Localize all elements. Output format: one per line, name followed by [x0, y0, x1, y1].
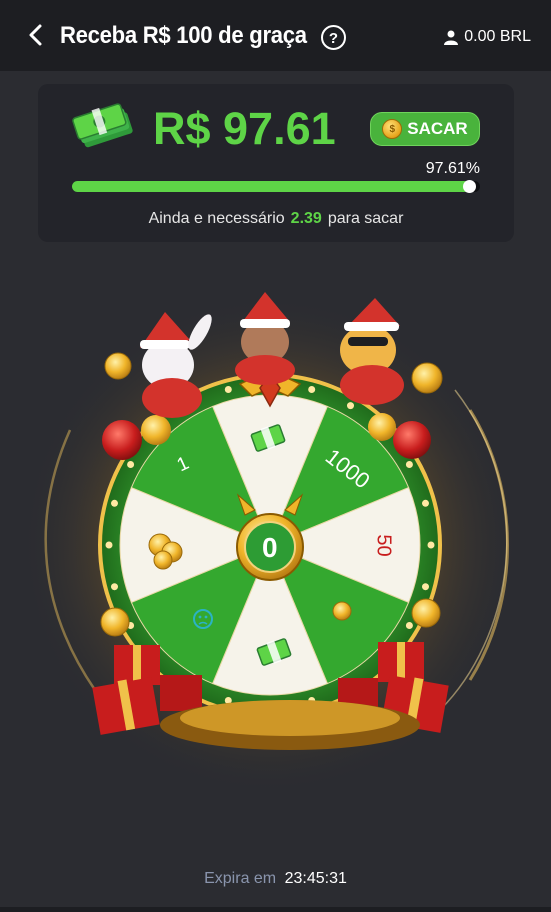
money-stack-icon: [72, 103, 133, 148]
question-circle-icon[interactable]: ?: [320, 24, 347, 51]
prize-wheel-area: 1 1000 50 0: [0, 270, 551, 790]
expires-time: 23:45:31: [284, 870, 347, 887]
ring-light: [111, 499, 118, 507]
ring-light: [347, 402, 354, 410]
ring-light: [422, 583, 429, 591]
expiration-timer: Expira em 23:45:31: [0, 870, 551, 888]
user-icon: [444, 30, 459, 45]
ring-light: [308, 386, 316, 393]
ornament-ball: [368, 413, 396, 441]
withdraw-label: SACAR: [407, 119, 468, 138]
progress-percent: 97.61%: [425, 160, 480, 177]
top-bar: Receba R$ 100 de graça ? 0.00 BRL: [0, 0, 551, 71]
reward-amount: R$ 97.61: [153, 103, 336, 154]
ring-light: [427, 541, 435, 549]
balance-display: 0.00 BRL: [444, 28, 531, 46]
prize-wheel: [20, 292, 520, 790]
progress-knob: [463, 180, 477, 193]
withdraw-button[interactable]: $ SACAR: [370, 112, 480, 146]
ring-light: [405, 622, 413, 629]
bottom-bar: [0, 907, 551, 912]
ring-light: [127, 461, 135, 468]
remaining-suffix: para sacar: [327, 210, 404, 227]
expires-label: Expira em: [204, 870, 277, 887]
ornament-ball: [141, 415, 171, 445]
coin-icon: $: [382, 119, 403, 139]
coin-pile: [180, 700, 400, 736]
progress-fill: [72, 180, 477, 193]
ornament-ball: [102, 420, 142, 460]
coin-icon: [332, 601, 352, 621]
page-title: Receba R$ 100 de graça: [60, 22, 307, 49]
ring-light: [224, 386, 232, 393]
ring-light: [105, 541, 113, 549]
coin-decoration: [411, 362, 443, 394]
svg-text:?: ?: [329, 30, 338, 47]
ring-light: [405, 461, 413, 468]
ring-light: [111, 583, 118, 591]
progress-bar: [72, 180, 480, 193]
ornament-ball: [393, 421, 431, 459]
coin-decoration: [100, 607, 130, 637]
chevron-left-icon[interactable]: [22, 20, 50, 50]
ring-light: [422, 499, 429, 507]
remaining-value: 2.39: [290, 210, 322, 227]
coin-decoration: [411, 598, 441, 628]
coin-decoration: [104, 352, 132, 380]
balance-value: 0.00 BRL: [464, 28, 531, 45]
reward-card: R$ 97.61 $ SACAR 97.61% Ainda e necessár…: [38, 84, 514, 242]
remaining-message: Ainda e necessário 2.39 para sacar: [38, 210, 514, 228]
remaining-prefix: Ainda e necessário: [148, 210, 285, 227]
